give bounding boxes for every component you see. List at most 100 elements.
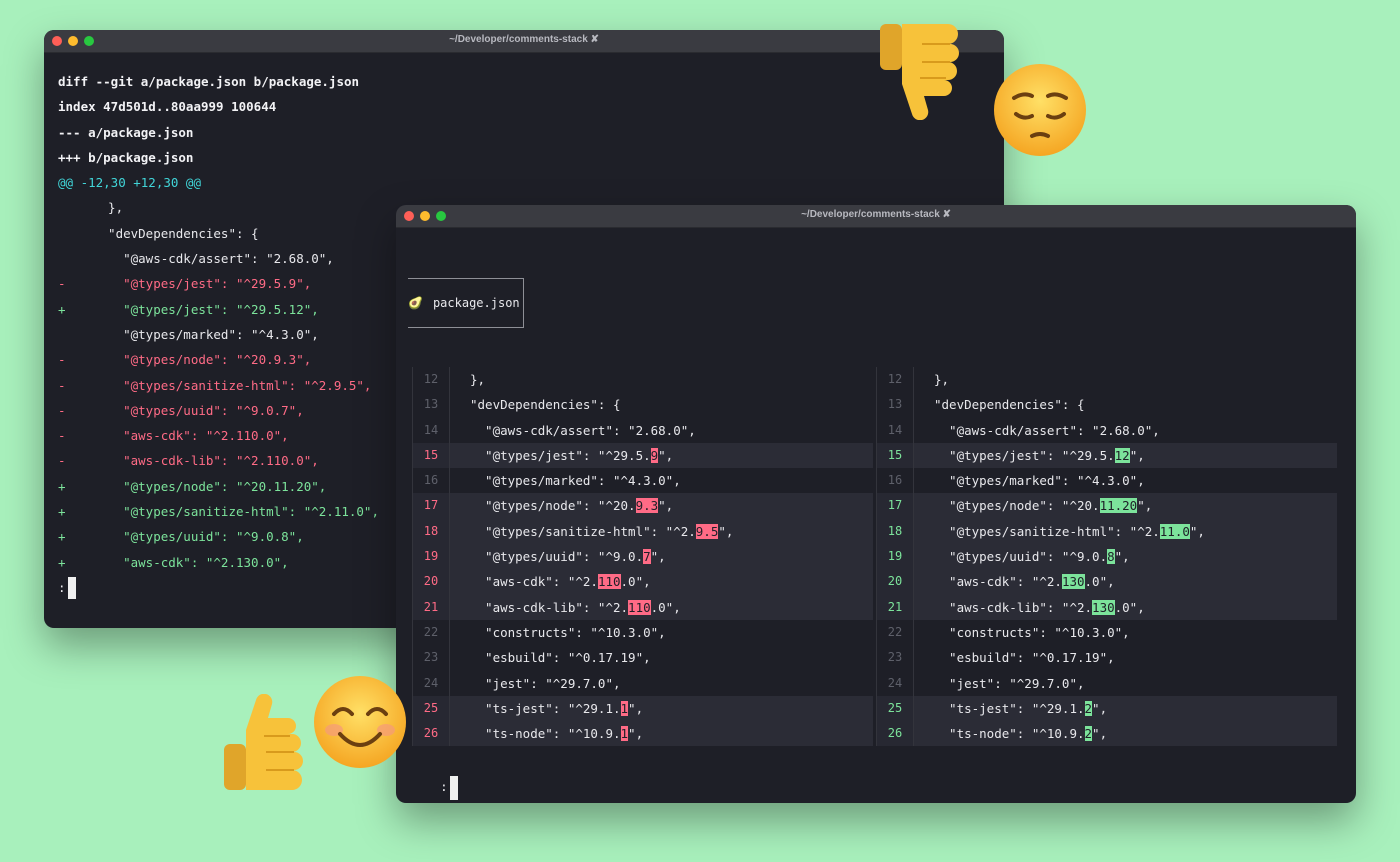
context-line: 13 "devDependencies": { — [413, 392, 873, 418]
thumbs-up-icon — [224, 694, 303, 790]
code-segment: "@types/marked": "^4.3.0", — [934, 473, 1145, 489]
diff-line-text: "aws-cdk": "^2.110.0", — [93, 428, 289, 444]
changed-segment: 110 — [597, 574, 621, 590]
code-segment: ", — [658, 498, 674, 514]
code-segment: "@types/jest": "^29.5. — [934, 447, 1115, 463]
code-segment: "@types/uuid": "^9.0. — [470, 549, 644, 565]
line-number: 23 — [413, 645, 450, 671]
diff-line-text: diff --git a/package.json b/package.json — [58, 74, 360, 89]
code-text: "@types/uuid": "^9.0.8", — [914, 544, 1337, 570]
changed-line: 18 "@types/sanitize-html": "^2.9.5", — [413, 518, 873, 545]
context-line: 22 "constructs": "^10.3.0", — [877, 619, 1337, 646]
diff-line-text: "@types/jest": "^29.5.9", — [93, 276, 312, 292]
code-segment: ", — [1114, 549, 1130, 565]
line-number: 21 — [413, 594, 450, 620]
code-text: }, — [914, 367, 1337, 392]
code-text: "aws-cdk-lib": "^2.110.0", — [450, 594, 873, 620]
code-segment: "@aws-cdk/assert": "2.68.0", — [470, 422, 696, 438]
diff-line-text: @@ -12,30 +12,30 @@ — [58, 175, 201, 191]
diff-sign: - — [58, 377, 66, 393]
changed-segment: 9.5 — [695, 523, 719, 539]
context-line: 24 "jest": "^29.7.0", — [877, 670, 1337, 696]
diff-line-text: +++ b/package.json — [58, 149, 194, 165]
code-text: "@types/sanitize-html": "^2.9.5", — [450, 518, 873, 545]
file-name: package.json — [432, 296, 520, 310]
code-segment: "@types/jest": "^29.5. — [470, 447, 651, 463]
context-line: 16 "@types/marked": "^4.3.0", — [877, 468, 1337, 494]
context-line: 22 "constructs": "^10.3.0", — [413, 619, 873, 646]
line-number: 19 — [877, 544, 914, 570]
line-number: 25 — [877, 695, 914, 722]
diff-sign — [58, 195, 93, 220]
code-segment: ", — [650, 549, 666, 565]
code-text: "constructs": "^10.3.0", — [450, 620, 873, 645]
diff-sign: + — [58, 301, 66, 317]
line-number: 17 — [877, 493, 914, 519]
code-text: "@types/jest": "^29.5.9", — [450, 442, 873, 469]
code-text: "aws-cdk": "^2.110.0", — [450, 569, 873, 595]
code-text: "@types/node": "^20.11.20", — [914, 493, 1337, 519]
diff-line: @@ -12,30 +12,30 @@ — [58, 170, 1004, 195]
code-segment: "aws-cdk-lib": "^2. — [934, 599, 1093, 615]
context-line: 14 "@aws-cdk/assert": "2.68.0", — [413, 417, 873, 443]
code-segment: ", — [1129, 447, 1145, 463]
diff-line-text: "@types/sanitize-html": "^2.11.0", — [93, 504, 379, 520]
code-segment: "@aws-cdk/assert": "2.68.0", — [934, 422, 1160, 438]
changed-segment: 8 — [1107, 549, 1115, 565]
code-segment: "aws-cdk": "^2. — [934, 574, 1062, 590]
diff-line-text: "@types/uuid": "^9.0.8", — [93, 529, 304, 545]
line-number: 23 — [877, 645, 914, 671]
line-number: 25 — [413, 695, 450, 722]
line-number: 21 — [877, 594, 914, 620]
line-number: 14 — [877, 417, 914, 443]
code-text: "ts-node": "^10.9.2", — [914, 721, 1337, 747]
line-number: 15 — [413, 442, 450, 469]
diff-line-text: }, — [93, 200, 124, 216]
code-text: "@aws-cdk/assert": "2.68.0", — [450, 418, 873, 443]
code-segment: "@types/uuid": "^9.0. — [934, 549, 1108, 565]
code-segment: "ts-node": "^10.9. — [470, 726, 621, 742]
changed-segment: 110 — [628, 599, 651, 615]
changed-line: 25 "ts-jest": "^29.1.2", — [877, 695, 1337, 722]
changed-segment: 2 — [1084, 726, 1093, 742]
diff-sign: + — [58, 554, 66, 570]
code-segment: "esbuild": "^0.17.19", — [470, 650, 651, 666]
line-number: 16 — [877, 468, 914, 494]
diff-sign: - — [58, 276, 66, 292]
changed-segment: 1 — [620, 726, 629, 742]
code-segment: .0", — [650, 599, 681, 615]
line-number: 12 — [877, 367, 914, 393]
code-text: "@types/marked": "^4.3.0", — [450, 468, 873, 493]
line-number: 26 — [877, 721, 914, 747]
diff-line-text: "@types/node": "^20.9.3", — [93, 352, 312, 368]
context-line: 23 "esbuild": "^0.17.19", — [877, 645, 1337, 671]
code-text: "jest": "^29.7.0", — [450, 671, 873, 696]
line-number: 20 — [413, 569, 450, 595]
diff-line-text: "aws-cdk-lib": "^2.110.0", — [93, 453, 319, 469]
code-segment: }, — [934, 372, 950, 387]
code-text: "@types/sanitize-html": "^2.11.0", — [914, 518, 1337, 545]
code-segment: ", — [1189, 523, 1205, 539]
terminal-window-side-by-side-diff: ~/Developer/comments-stack ✘ 🥑 package.j… — [396, 205, 1356, 803]
code-segment: "constructs": "^10.3.0", — [470, 624, 666, 640]
diff-sign: - — [58, 453, 66, 469]
changed-segment: 130 — [1061, 574, 1085, 590]
diff-line-text: "@aws-cdk/assert": "2.68.0", — [93, 251, 334, 267]
line-number: 16 — [413, 468, 450, 494]
changed-segment: 9.3 — [635, 498, 659, 514]
diff-sign: - — [58, 352, 66, 368]
code-text: "aws-cdk-lib": "^2.130.0", — [914, 594, 1337, 620]
diff-sign — [58, 246, 93, 271]
code-text: "@types/node": "^20.9.3", — [450, 493, 873, 519]
changed-segment: 11.0 — [1159, 523, 1190, 539]
code-segment: ", — [658, 447, 674, 463]
pager-prompt[interactable]: : — [410, 749, 458, 800]
code-segment: "devDependencies": { — [934, 397, 1085, 413]
line-number: 22 — [413, 619, 450, 646]
line-number: 15 — [877, 442, 914, 469]
code-text: "devDependencies": { — [450, 392, 873, 417]
changed-segment: 11.20 — [1099, 498, 1138, 514]
text-cursor — [449, 775, 458, 800]
diff-line-text: "devDependencies": { — [93, 225, 259, 241]
code-segment: }, — [470, 372, 486, 387]
